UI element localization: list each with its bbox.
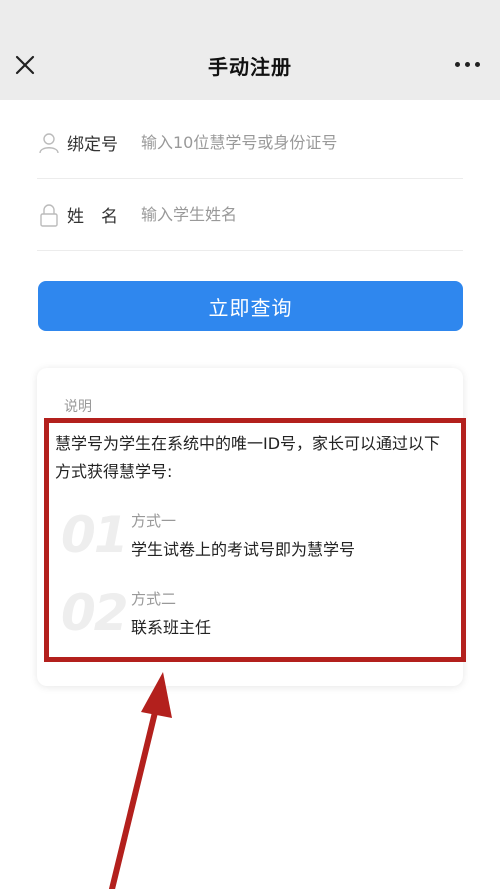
- explanation-title: 说明: [64, 399, 92, 415]
- status-bar: [0, 0, 500, 30]
- bind-number-row: 绑定号: [37, 107, 463, 179]
- bind-number-label: 绑定号: [67, 135, 118, 155]
- explanation-description: 慧学号为学生在系统中的唯一ID号，家长可以通过以下方式获得慧学号:: [55, 434, 441, 481]
- method-item: 02 方式二 联系班主任: [61, 582, 441, 648]
- bind-number-input[interactable]: [141, 133, 441, 152]
- lock-icon: [40, 203, 58, 227]
- more-dots-icon[interactable]: [455, 62, 480, 67]
- method-number: 02: [61, 584, 129, 642]
- student-name-input[interactable]: [141, 205, 441, 224]
- student-name-row: 姓 名: [37, 179, 463, 251]
- method-item: 01 方式一 学生试卷上的考试号即为慧学号: [61, 504, 441, 570]
- nav-header: 手动注册: [0, 30, 500, 100]
- method-name: 方式二: [131, 590, 177, 608]
- query-button[interactable]: 立即查询: [38, 281, 463, 331]
- user-icon: [39, 132, 59, 153]
- method-name: 方式一: [131, 512, 177, 530]
- page-title: 手动注册: [208, 54, 292, 79]
- method-text: 学生试卷上的考试号即为慧学号: [131, 540, 356, 559]
- method-number: 01: [61, 506, 129, 564]
- student-name-label: 姓 名: [67, 207, 118, 227]
- explanation-card: 说明 慧学号为学生在系统中的唯一ID号，家长可以通过以下方式获得慧学号: 01 …: [37, 368, 463, 686]
- close-icon[interactable]: [12, 52, 38, 78]
- method-text: 联系班主任: [131, 618, 212, 637]
